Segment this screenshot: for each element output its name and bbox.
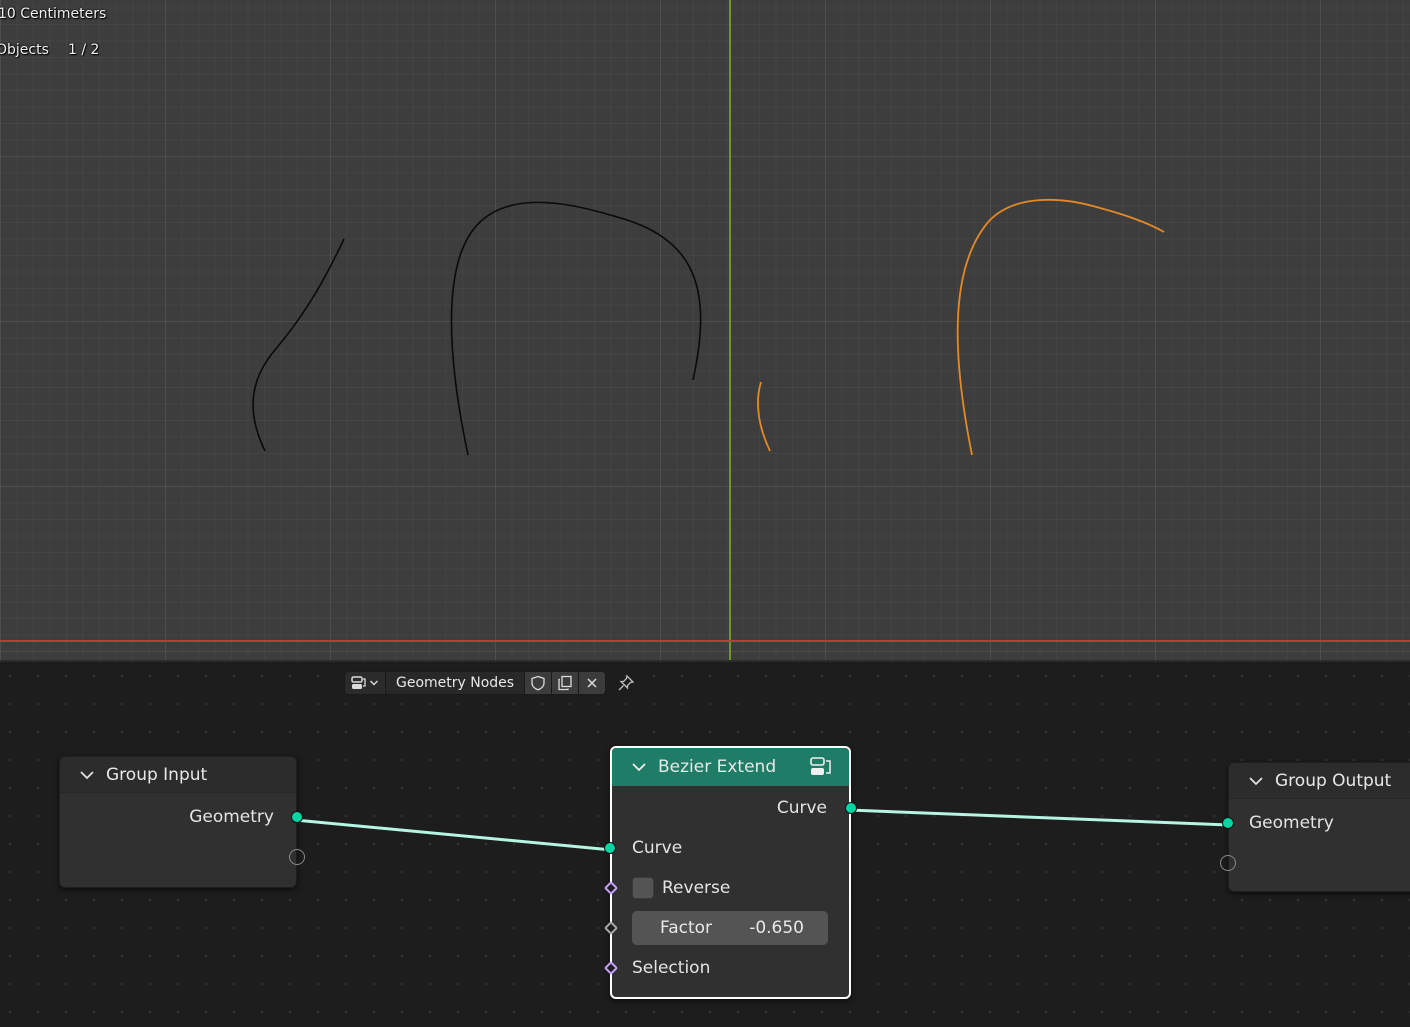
group-output-geometry-row: Geometry <box>1222 803 1410 843</box>
3d-viewport[interactable]: 10 Centimeters Objects 1 / 2 <box>0 0 1410 660</box>
group-input-header[interactable]: Group Input <box>60 757 296 793</box>
curve-modified-small[interactable] <box>757 381 771 452</box>
bezier-curve-output-socket[interactable] <box>845 802 857 814</box>
curve-modified-large[interactable] <box>956 198 1165 456</box>
bezier-extend-node[interactable]: Bezier Extend Curve Curve Reverse Factor… <box>603 746 857 999</box>
bezier-curve-output-row: Curve <box>612 788 857 828</box>
bezier-curve-input-label: Curve <box>632 838 683 858</box>
bezier-curve-input-row: Curve <box>604 828 849 868</box>
group-output-title: Group Output <box>1275 770 1392 791</box>
viewport-canvas <box>0 0 1410 660</box>
link-bezier-to-output[interactable] <box>848 808 1230 827</box>
chevron-down-icon <box>370 680 378 686</box>
factor-field[interactable]: Factor -0.650 <box>632 911 828 945</box>
group-input-extend-socket[interactable] <box>289 849 305 865</box>
bezier-factor-row: Factor -0.650 <box>603 908 849 948</box>
duplicate-icon <box>558 675 572 691</box>
group-output-geometry-socket[interactable] <box>1222 817 1234 829</box>
node-group-icon[interactable] <box>809 756 833 778</box>
bezier-curve-output-label: Curve <box>776 798 827 818</box>
group-input-geometry-socket[interactable] <box>291 811 303 823</box>
viewport-objects-count: 1 / 2 <box>68 42 100 58</box>
group-output-extend-socket[interactable] <box>1220 855 1236 871</box>
bezier-reverse-row: Reverse <box>603 868 849 908</box>
pin-icon <box>618 674 635 691</box>
group-output-header[interactable]: Group Output <box>1229 763 1410 799</box>
factor-value: -0.650 <box>749 918 804 938</box>
viewport-objects-label: Objects <box>0 42 49 58</box>
reverse-label: Reverse <box>662 878 731 898</box>
collapse-chevron-icon[interactable] <box>630 758 648 776</box>
reverse-checkbox[interactable] <box>632 877 654 899</box>
pin-button[interactable] <box>612 671 640 695</box>
curve-original-small[interactable] <box>252 238 345 452</box>
bezier-extend-title: Bezier Extend <box>658 757 777 777</box>
group-input-extend-row <box>60 837 305 877</box>
collapse-chevron-icon[interactable] <box>1247 772 1265 790</box>
bezier-curve-input-socket[interactable] <box>604 842 616 854</box>
geometry-node-editor[interactable]: Geometry Nodes Group Input Geometry Bezi… <box>0 660 1410 1027</box>
viewport-scale-label: 10 Centimeters <box>0 6 107 22</box>
node-group-name-field[interactable]: Geometry Nodes <box>386 671 526 695</box>
close-icon <box>587 678 597 688</box>
group-input-node[interactable]: Group Input Geometry <box>59 756 305 888</box>
selection-label: Selection <box>632 958 711 978</box>
duplicate-button[interactable] <box>552 671 580 695</box>
group-output-extend-row <box>1220 843 1410 883</box>
shield-icon <box>531 675 545 691</box>
unlink-button[interactable] <box>579 671 607 695</box>
fake-user-button[interactable] <box>525 671 553 695</box>
bezier-extend-header[interactable]: Bezier Extend <box>612 748 849 786</box>
group-input-title: Group Input <box>106 764 208 785</box>
link-input-to-bezier[interactable] <box>294 818 613 852</box>
group-input-geometry-row: Geometry <box>60 797 303 837</box>
geometry-nodes-icon <box>351 676 366 689</box>
node-group-header: Geometry Nodes <box>344 670 640 696</box>
curve-original-large[interactable] <box>450 201 702 456</box>
group-output-geometry-label: Geometry <box>1249 813 1334 833</box>
editor-type-dropdown[interactable] <box>344 671 386 695</box>
group-output-node[interactable]: Group Output Geometry <box>1220 762 1410 892</box>
bezier-selection-row: Selection <box>603 948 849 988</box>
collapse-chevron-icon[interactable] <box>78 766 96 784</box>
group-input-geometry-label: Geometry <box>189 807 274 827</box>
factor-label: Factor <box>660 918 713 938</box>
